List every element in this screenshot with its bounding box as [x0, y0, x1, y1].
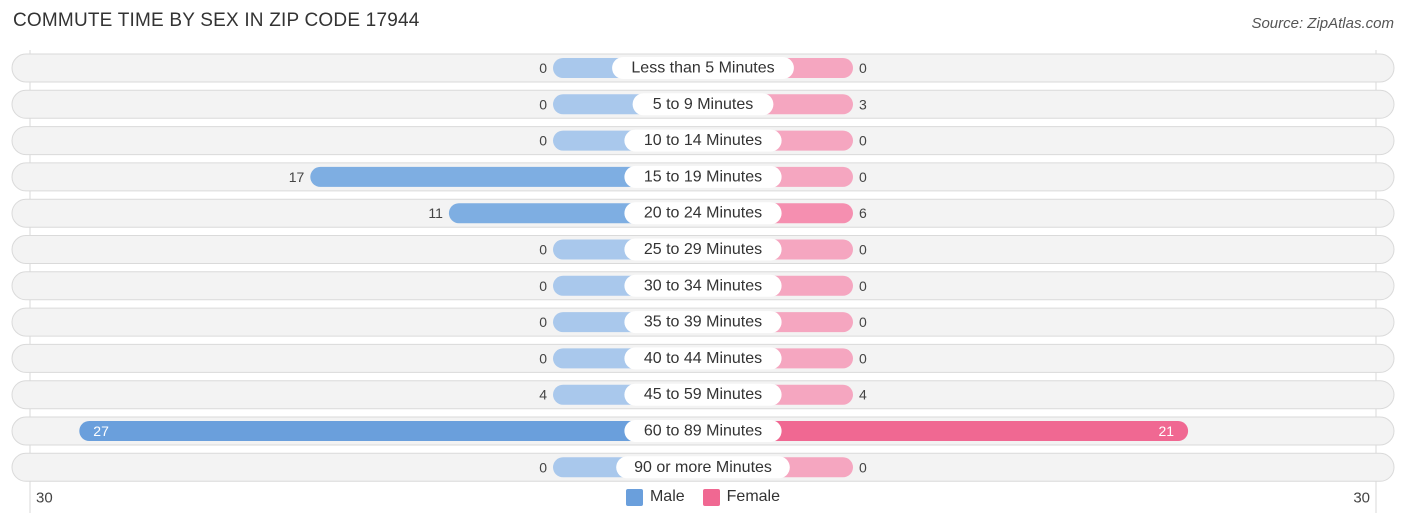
value-label-male: 4: [539, 387, 547, 403]
value-label-male: 17: [289, 169, 305, 185]
value-label-male: 0: [539, 278, 547, 294]
value-label-female: 6: [859, 205, 867, 221]
legend-swatch-male: [625, 488, 643, 506]
value-label-female: 0: [859, 314, 867, 330]
value-label-female: 0: [859, 242, 867, 258]
value-label-male: 0: [539, 314, 547, 330]
legend: Male Female: [0, 488, 1406, 506]
category-label: 35 to 39 Minutes: [644, 314, 762, 331]
bar-male[interactable]: [79, 421, 704, 441]
value-label-female: 0: [859, 459, 867, 475]
value-label-female: 0: [859, 60, 867, 76]
value-label-female: 4: [859, 387, 867, 403]
value-label-male: 0: [539, 60, 547, 76]
category-label: 25 to 29 Minutes: [644, 241, 762, 258]
legend-item-male[interactable]: Male: [625, 488, 685, 506]
value-label-male: 0: [539, 133, 547, 149]
value-label-female: 21: [1159, 423, 1175, 439]
category-label: 60 to 89 Minutes: [644, 423, 762, 440]
value-label-male: 11: [428, 205, 443, 221]
value-label-female: 3: [859, 96, 867, 112]
value-label-male: 0: [539, 96, 547, 112]
category-label: 10 to 14 Minutes: [644, 132, 762, 149]
value-label-female: 0: [859, 133, 867, 149]
value-label-female: 0: [859, 278, 867, 294]
value-label-male: 0: [539, 459, 547, 475]
category-label: 90 or more Minutes: [634, 459, 772, 476]
chart-area: Less than 5 Minutes 0 0 5 to 9 Minutes 0 3 10 …: [11, 50, 1395, 513]
category-label: 30 to 34 Minutes: [644, 277, 762, 294]
category-label: 20 to 24 Minutes: [644, 205, 762, 222]
category-label: 5 to 9 Minutes: [653, 96, 754, 113]
category-label: 40 to 44 Minutes: [644, 350, 762, 367]
value-label-male: 0: [539, 242, 547, 258]
legend-swatch-female: [702, 488, 720, 506]
value-label-female: 0: [859, 350, 867, 366]
category-label: 15 to 19 Minutes: [644, 168, 762, 185]
legend-label-female: Female: [726, 488, 781, 505]
value-label-female: 0: [859, 169, 867, 185]
category-label: 45 to 59 Minutes: [644, 386, 762, 403]
legend-label-male: Male: [649, 488, 685, 505]
legend-item-female[interactable]: Female: [702, 488, 781, 506]
value-label-male: 27: [93, 423, 109, 439]
category-label: Less than 5 Minutes: [631, 60, 774, 77]
value-label-male: 0: [539, 350, 547, 366]
